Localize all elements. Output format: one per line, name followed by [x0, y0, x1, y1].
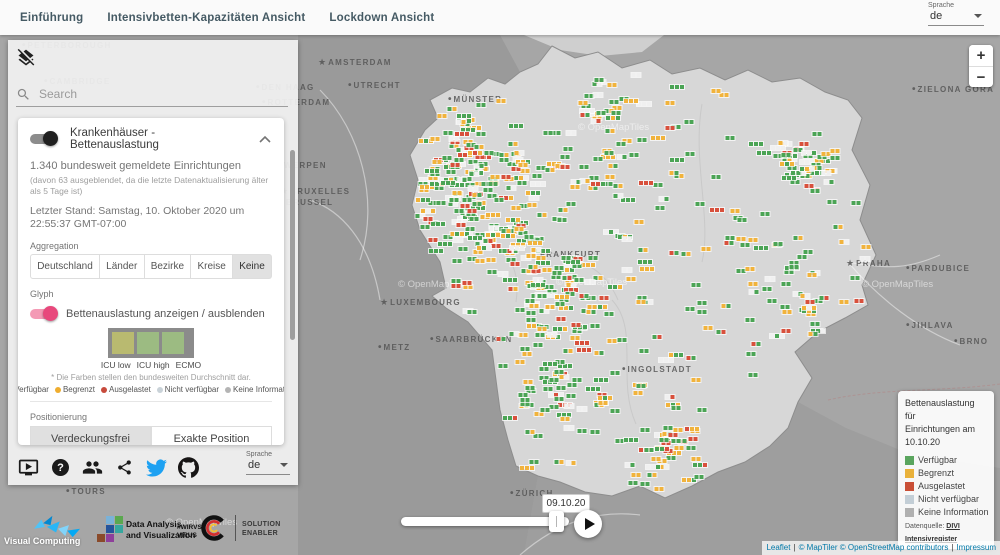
- divider: [30, 401, 272, 402]
- source-label: Datenquelle:: [905, 523, 945, 530]
- legend-title-line1: Bettenauslastung für: [905, 398, 975, 421]
- chevron-down-icon: [280, 463, 288, 467]
- map-legend-panel: Bettenauslastung für Einrichtungen am 10…: [898, 391, 994, 549]
- help-icon[interactable]: ?: [50, 457, 71, 478]
- glyph-toggle[interactable]: [30, 306, 58, 321]
- search-bar: [16, 82, 288, 107]
- logo-divider: [235, 515, 236, 541]
- glyph-icu-low-square: [112, 332, 134, 354]
- language-value: de: [930, 10, 943, 22]
- legend-date: 10.10.20: [905, 437, 941, 447]
- chevron-down-icon: [974, 14, 982, 18]
- positioning-label: Positionierung: [30, 412, 88, 422]
- last-update: Letzter Stand: Samstag, 10. Oktober 2020…: [30, 205, 245, 230]
- visual-computing-logo[interactable]: [30, 514, 84, 538]
- glyph-note: * Die Farben stellen den bundesweiten Du…: [51, 373, 251, 382]
- positioning-verdeckungsfrei[interactable]: Verdeckungsfrei: [30, 426, 151, 445]
- glyph-label: Glyph: [30, 289, 54, 299]
- language-select-bottom[interactable]: Sprache de: [246, 451, 290, 475]
- play-icon: [585, 518, 595, 530]
- maptiler-link[interactable]: © MapTiler: [799, 543, 838, 552]
- chevron-up-icon[interactable]: [258, 134, 272, 145]
- aggregation-label: Aggregation: [30, 241, 79, 251]
- video-tutorial-icon[interactable]: [18, 457, 39, 478]
- github-icon[interactable]: [178, 457, 199, 478]
- aggregation-deutschland[interactable]: Deutschland: [30, 254, 100, 279]
- zoom-in-button[interactable]: +: [969, 45, 993, 66]
- aggregation-laender[interactable]: Länder: [99, 254, 145, 279]
- nav-lockdown[interactable]: Lockdown Ansicht: [329, 12, 434, 24]
- stats-line: 1.340 bundesweit gemeldete Einrichtungen: [30, 160, 241, 172]
- hide-layers-icon[interactable]: [16, 48, 36, 68]
- map-attribution: Leaflet | © MapTiler © OpenStreetMap contr…: [762, 541, 1000, 555]
- timeline-slider-handle[interactable]: [549, 511, 564, 532]
- aggregation-bezirke[interactable]: Bezirke: [144, 254, 192, 279]
- impressum-link[interactable]: Impressum: [956, 543, 996, 552]
- hospital-layer-panel: Krankenhäuser - Bettenauslastung 1.340 b…: [18, 118, 284, 445]
- nav-intensivbetten[interactable]: Intensivbetten-Kapazitäten Ansicht: [107, 12, 305, 24]
- panel-header: Krankenhäuser - Bettenauslastung: [30, 118, 272, 151]
- glyph-square-labels: ICU low ICU high ECMO: [100, 360, 202, 370]
- positioning-group: Verdeckungsfrei Exakte Position: [30, 426, 272, 445]
- app: © OpenMapTiles © OpenMapTiles © OpenMapTil…: [0, 0, 1000, 555]
- legend-title-line2: Einrichtungen am: [905, 424, 976, 434]
- legend-item: Keine Information: [905, 507, 989, 517]
- glyph-toggle-label: Bettenauslastung anzeigen / ausblenden: [66, 308, 265, 320]
- map-zoom-control: + −: [969, 45, 993, 87]
- timeline-slider[interactable]: [401, 517, 569, 526]
- positioning-exakte-position[interactable]: Exakte Position: [151, 426, 272, 445]
- search-input[interactable]: [37, 86, 288, 102]
- glyph-legend-graphic: [108, 328, 194, 358]
- language-select-top[interactable]: Sprache de: [928, 2, 984, 26]
- wirvsvirus-logo[interactable]: [199, 511, 229, 545]
- legend-item: Verfügbar: [905, 455, 987, 465]
- language-label: Sprache: [928, 2, 955, 9]
- layer-toggle[interactable]: [30, 131, 58, 146]
- play-button[interactable]: [574, 510, 602, 538]
- legend-item: Begrenzt: [905, 468, 987, 478]
- visual-computing-label: Visual Computing: [4, 536, 81, 546]
- color-legend-row: Verfügbar Begrenzt Ausgelastet Nicht ver…: [18, 385, 284, 394]
- aggregation-group: Deutschland Länder Bezirke Kreise Keine: [30, 254, 272, 279]
- panel-scrollbar[interactable]: [290, 150, 295, 340]
- osm-link[interactable]: © OpenStreetMap contributors: [840, 543, 949, 552]
- aggregation-kreise[interactable]: Kreise: [191, 254, 234, 279]
- divi-link[interactable]: DIVI: [946, 523, 960, 530]
- control-sidebar: Krankenhäuser - Bettenauslastung 1.340 b…: [8, 40, 298, 485]
- panel-title: Krankenhäuser - Bettenauslastung: [70, 127, 159, 151]
- twitter-icon[interactable]: [146, 457, 167, 478]
- team-icon[interactable]: [82, 457, 103, 478]
- solution-enabler-label: SOLUTION ENABLER: [242, 521, 281, 538]
- footer-logos: Visual Computing Data Analysis and Visua…: [0, 505, 300, 555]
- search-icon: [17, 88, 29, 100]
- sidebar-footer: ?: [18, 457, 199, 478]
- nav-einfuehrung[interactable]: Einführung: [20, 12, 83, 24]
- dav-logo[interactable]: [96, 516, 124, 544]
- share-icon[interactable]: [114, 457, 135, 478]
- aggregation-keine[interactable]: Keine: [233, 254, 272, 279]
- language-label: Sprache: [246, 451, 273, 458]
- top-navigation: Einführung Intensivbetten-Kapazitäten An…: [0, 0, 1000, 35]
- glyph-icu-high-square: [137, 332, 159, 354]
- legend-item: Ausgelastet: [905, 481, 987, 491]
- leaflet-link[interactable]: Leaflet: [766, 543, 790, 552]
- stats-note: (davon 63 ausgeblendet, da die letzte Da…: [30, 175, 269, 196]
- legend-item: Nicht verfügbar: [905, 494, 987, 504]
- zoom-out-button[interactable]: −: [969, 66, 993, 87]
- glyph-ecmo-square: [162, 332, 184, 354]
- language-value: de: [248, 459, 261, 471]
